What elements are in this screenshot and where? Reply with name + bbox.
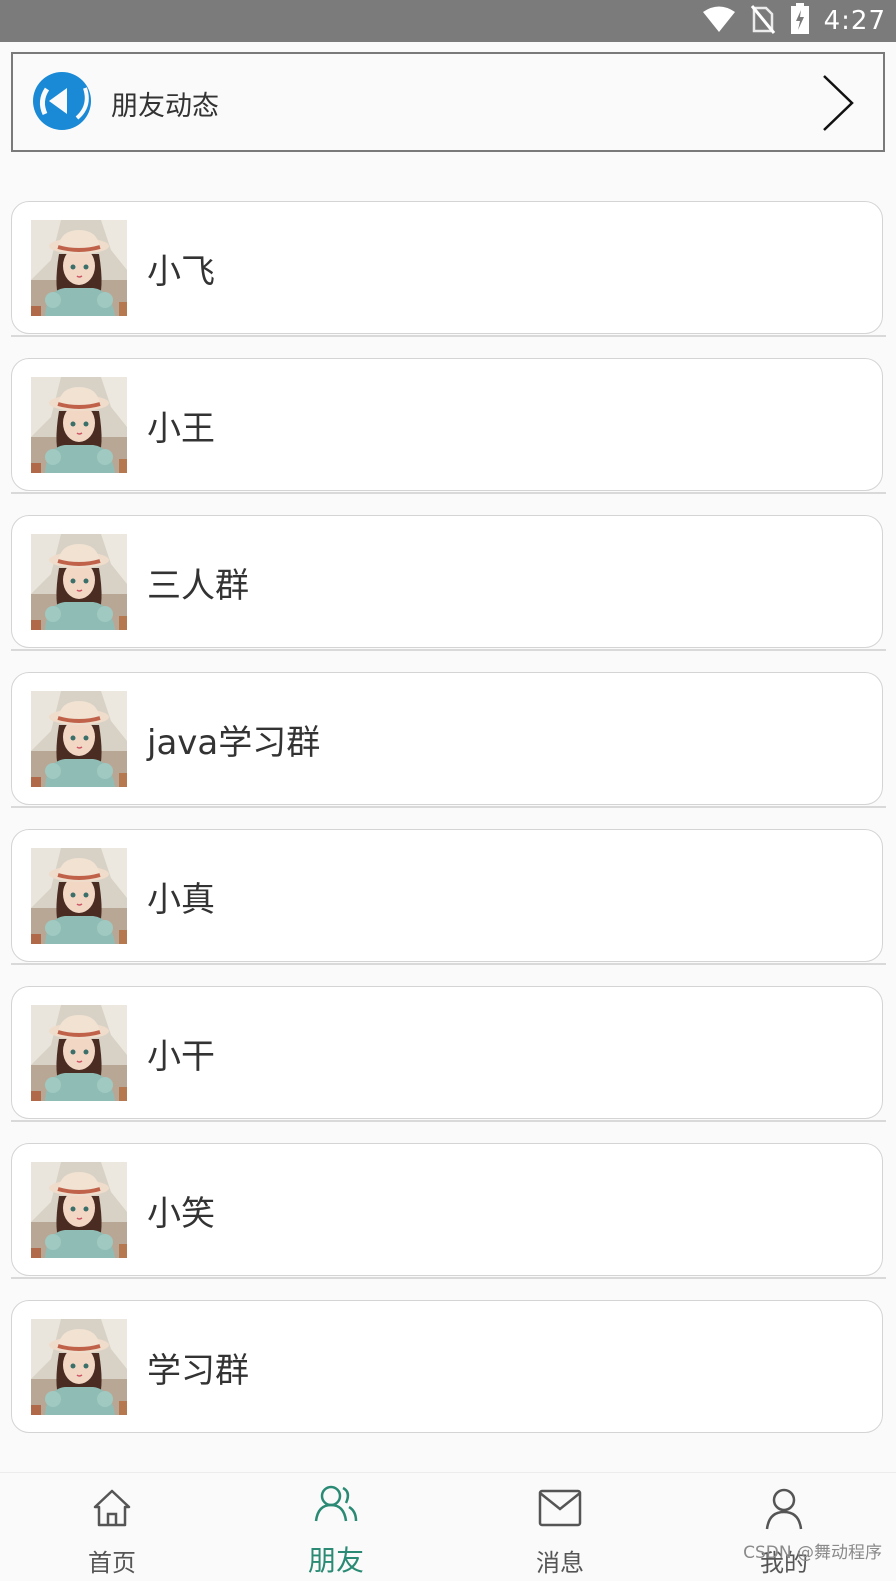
mail-icon: [537, 1487, 583, 1533]
divider: [11, 492, 886, 494]
friend-moments-label: 朋友动态: [111, 91, 219, 122]
contact-card[interactable]: 小真: [11, 829, 883, 962]
bottom-tab-bar: 首页 朋友 消息 我的: [0, 1472, 896, 1581]
avatar: [31, 1319, 127, 1415]
contact-card[interactable]: 三人群: [11, 515, 883, 648]
contact-name: 小飞: [147, 252, 215, 292]
contact-name: 小王: [147, 409, 215, 449]
tab-home[interactable]: 首页: [0, 1473, 224, 1581]
contact-name: java学习群: [147, 723, 321, 763]
tab-messages[interactable]: 消息: [448, 1473, 672, 1581]
contact-card[interactable]: 小王: [11, 358, 883, 491]
contact-card[interactable]: 小笑: [11, 1143, 883, 1276]
no-sim-icon: [750, 4, 776, 38]
tab-friends[interactable]: 朋友: [224, 1473, 448, 1581]
divider: [11, 806, 886, 808]
tab-friends-label: 朋友: [307, 1544, 364, 1577]
watermark: CSDN @舞动程序: [743, 1543, 882, 1563]
divider: [11, 1120, 886, 1122]
divider: [11, 335, 886, 337]
battery-charging-icon: [790, 3, 810, 39]
avatar: [31, 220, 127, 316]
status-icons: 4:27: [702, 0, 886, 42]
tab-me[interactable]: 我的: [672, 1473, 896, 1581]
tab-messages-label: 消息: [536, 1549, 584, 1577]
contact-card[interactable]: 小干: [11, 986, 883, 1119]
status-time: 4:27: [823, 6, 886, 36]
contact-card[interactable]: 学习群: [11, 1300, 883, 1433]
avatar: [31, 848, 127, 944]
divider: [11, 649, 886, 651]
chevron-right-icon: [821, 74, 855, 132]
avatar: [31, 534, 127, 630]
contact-name: 三人群: [147, 566, 249, 606]
contact-name: 小笑: [147, 1194, 215, 1234]
contact-name: 小干: [147, 1037, 215, 1077]
wifi-icon: [702, 5, 736, 37]
contact-name: 小真: [147, 880, 215, 920]
user-icon: [763, 1487, 805, 1535]
contact-name: 学习群: [147, 1351, 249, 1391]
status-bar: 4:27: [0, 0, 896, 42]
friends-icon: [313, 1483, 359, 1529]
divider: [11, 1277, 886, 1279]
avatar: [31, 1162, 127, 1258]
tab-home-label: 首页: [88, 1549, 136, 1577]
logo-icon: [31, 70, 93, 132]
contact-card[interactable]: java学习群: [11, 672, 883, 805]
contact-card[interactable]: 小飞: [11, 201, 883, 334]
avatar: [31, 691, 127, 787]
friend-moments-entry[interactable]: 朋友动态: [11, 52, 885, 152]
divider: [11, 963, 886, 965]
avatar: [31, 377, 127, 473]
avatar: [31, 1005, 127, 1101]
home-icon: [91, 1487, 133, 1533]
